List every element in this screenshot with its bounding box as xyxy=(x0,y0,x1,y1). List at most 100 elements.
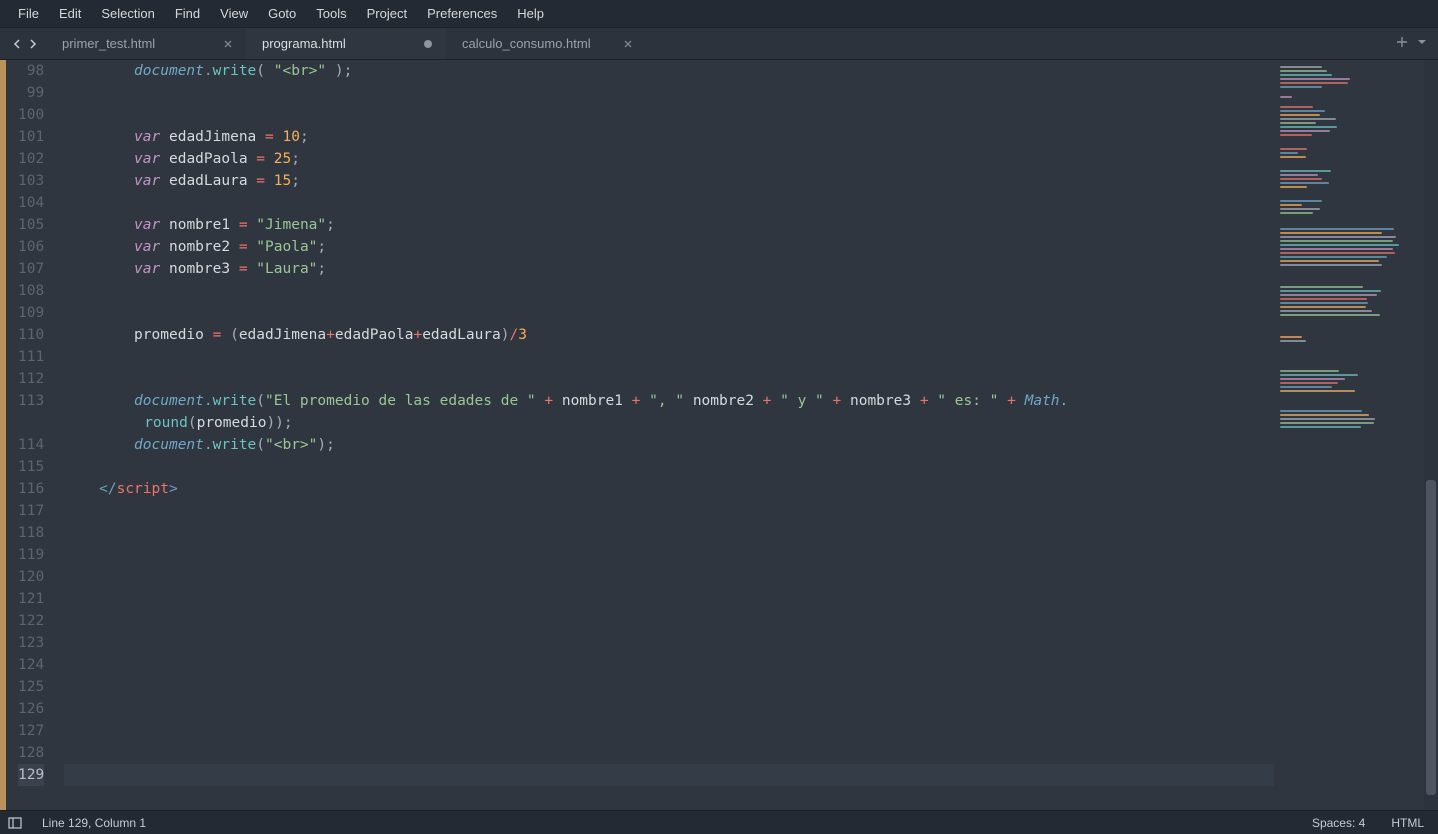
line-number: 103 xyxy=(18,170,44,192)
code-line xyxy=(64,764,1274,786)
line-number: 98 xyxy=(18,60,44,82)
minimap-line xyxy=(1280,148,1307,150)
syntax-label[interactable]: HTML xyxy=(1385,816,1430,830)
tab-primer_test-html[interactable]: primer_test.html xyxy=(46,28,246,59)
line-number: 105 xyxy=(18,214,44,236)
code-line: var nombre2 = "Paola"; xyxy=(64,236,1274,258)
minimap-line xyxy=(1280,212,1313,214)
code-line xyxy=(64,676,1274,698)
status-bar: Line 129, Column 1 Spaces: 4 HTML xyxy=(0,810,1438,834)
code-line-wrap: round(promedio)); xyxy=(64,412,1274,434)
minimap-line xyxy=(1280,106,1313,108)
code-line xyxy=(64,82,1274,104)
menu-edit[interactable]: Edit xyxy=(49,2,91,25)
line-number: 104 xyxy=(18,192,44,214)
code-line xyxy=(64,720,1274,742)
code-line xyxy=(64,302,1274,324)
minimap-line xyxy=(1280,78,1350,80)
line-number: 113 xyxy=(18,390,44,412)
tab-prev-icon[interactable] xyxy=(10,37,24,51)
menu-project[interactable]: Project xyxy=(357,2,417,25)
code-line xyxy=(64,632,1274,654)
minimap-line xyxy=(1280,382,1338,384)
minimap-line xyxy=(1280,314,1380,316)
new-tab-icon[interactable] xyxy=(1396,36,1408,51)
line-number: 119 xyxy=(18,544,44,566)
minimap-line xyxy=(1280,260,1379,262)
minimap-line xyxy=(1280,240,1393,242)
vertical-scrollbar[interactable] xyxy=(1424,60,1438,810)
panel-toggle-icon[interactable] xyxy=(8,816,22,830)
tab-next-icon[interactable] xyxy=(26,37,40,51)
tabs: primer_test.htmlprograma.htmlcalculo_con… xyxy=(46,28,1396,59)
menu-preferences[interactable]: Preferences xyxy=(417,2,507,25)
menu-tools[interactable]: Tools xyxy=(306,2,356,25)
minimap-line xyxy=(1280,208,1320,210)
menu-find[interactable]: Find xyxy=(165,2,210,25)
minimap-line xyxy=(1280,418,1375,420)
code-line: document.write( "<br>" ); xyxy=(64,60,1274,82)
tab-programa-html[interactable]: programa.html xyxy=(246,28,446,59)
code-line xyxy=(64,544,1274,566)
code-line: var edadPaola = 25; xyxy=(64,148,1274,170)
line-number: 115 xyxy=(18,456,44,478)
line-number: 128 xyxy=(18,742,44,764)
minimap-line xyxy=(1280,378,1345,380)
tab-calculo_consumo-html[interactable]: calculo_consumo.html xyxy=(446,28,646,59)
tab-close-icon[interactable] xyxy=(220,36,236,52)
minimap-line xyxy=(1280,370,1339,372)
code-line xyxy=(64,280,1274,302)
minimap-line xyxy=(1280,310,1372,312)
minimap-line xyxy=(1280,70,1327,72)
menu-view[interactable]: View xyxy=(210,2,258,25)
minimap-line xyxy=(1280,298,1367,300)
minimap-line xyxy=(1280,252,1395,254)
tab-menu-icon[interactable] xyxy=(1416,36,1428,51)
minimap-line xyxy=(1280,126,1337,128)
cursor-position-label[interactable]: Line 129, Column 1 xyxy=(36,816,152,830)
line-number: 126 xyxy=(18,698,44,720)
tab-bar: primer_test.htmlprograma.htmlcalculo_con… xyxy=(0,28,1438,60)
indentation-label[interactable]: Spaces: 4 xyxy=(1306,816,1371,830)
code-line: document.write("<br>"); xyxy=(64,434,1274,456)
code-line: var nombre3 = "Laura"; xyxy=(64,258,1274,280)
minimap-line xyxy=(1280,426,1361,428)
minimap-line xyxy=(1280,414,1369,416)
minimap-line xyxy=(1280,114,1320,116)
minimap-line xyxy=(1280,340,1306,342)
line-number: 125 xyxy=(18,676,44,698)
code-line: var edadJimena = 10; xyxy=(64,126,1274,148)
line-number: 120 xyxy=(18,566,44,588)
code-line xyxy=(64,698,1274,720)
tab-nav xyxy=(0,28,46,59)
minimap-line xyxy=(1280,110,1325,112)
minimap-line xyxy=(1280,156,1306,158)
line-number: 124 xyxy=(18,654,44,676)
minimap-line xyxy=(1280,286,1363,288)
minimap[interactable] xyxy=(1274,60,1424,810)
minimap-line xyxy=(1280,306,1366,308)
menu-goto[interactable]: Goto xyxy=(258,2,306,25)
minimap-line xyxy=(1280,174,1318,176)
minimap-line xyxy=(1280,294,1377,296)
line-number: 110 xyxy=(18,324,44,346)
minimap-line xyxy=(1280,86,1322,88)
tab-close-icon[interactable] xyxy=(620,36,636,52)
menu-selection[interactable]: Selection xyxy=(91,2,164,25)
minimap-line xyxy=(1280,390,1355,392)
minimap-line xyxy=(1280,232,1382,234)
line-number-wrap xyxy=(18,412,44,434)
line-number: 112 xyxy=(18,368,44,390)
code-line xyxy=(64,456,1274,478)
minimap-line xyxy=(1280,264,1382,266)
minimap-line xyxy=(1280,422,1374,424)
menu-help[interactable]: Help xyxy=(507,2,554,25)
menu-file[interactable]: File xyxy=(8,2,49,25)
tab-actions xyxy=(1396,28,1438,59)
minimap-line xyxy=(1280,290,1381,292)
code-line xyxy=(64,654,1274,676)
scrollbar-thumb[interactable] xyxy=(1426,480,1436,795)
line-number: 121 xyxy=(18,588,44,610)
line-number: 127 xyxy=(18,720,44,742)
code-area[interactable]: document.write( "<br>" ); var edadJimena… xyxy=(54,60,1274,810)
